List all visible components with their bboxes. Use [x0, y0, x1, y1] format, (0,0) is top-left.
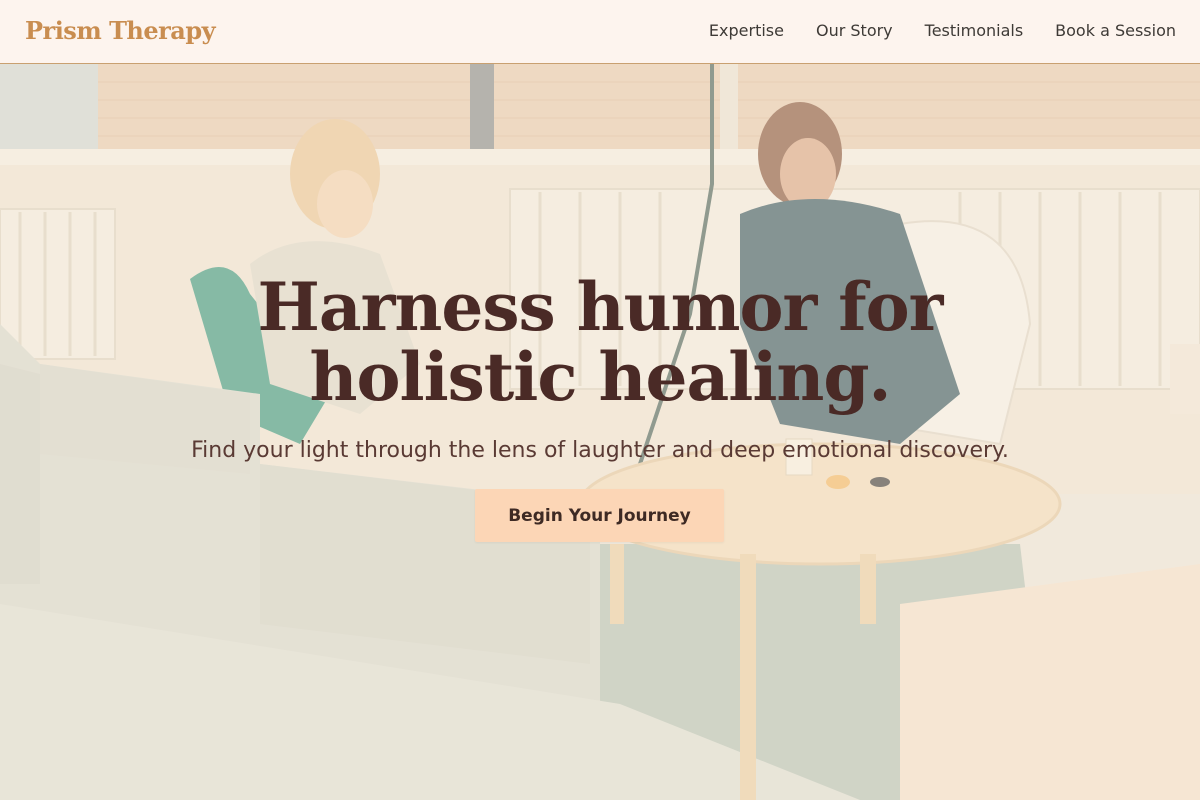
- nav-link-our-story[interactable]: Our Story: [816, 21, 893, 40]
- brand-logo[interactable]: Prism Therapy: [25, 16, 216, 45]
- hero-title-line-2: holistic healing.: [309, 338, 891, 416]
- nav-links: Expertise Our Story Testimonials Book a …: [709, 21, 1176, 40]
- nav-link-expertise[interactable]: Expertise: [709, 21, 784, 40]
- hero-section: Harness humor for holistic healing. Find…: [0, 64, 1200, 800]
- nav-link-book-session[interactable]: Book a Session: [1055, 21, 1176, 40]
- hero-tint-overlay: [0, 64, 1200, 800]
- nav-link-testimonials[interactable]: Testimonials: [925, 21, 1024, 40]
- top-navigation: Prism Therapy Expertise Our Story Testim…: [0, 0, 1200, 64]
- hero-title-line-1: Harness humor for: [257, 268, 944, 346]
- hero-title: Harness humor for holistic healing.: [0, 272, 1200, 412]
- hero-subtitle: Find your light through the lens of laug…: [191, 438, 1009, 463]
- begin-journey-button[interactable]: Begin Your Journey: [475, 489, 724, 542]
